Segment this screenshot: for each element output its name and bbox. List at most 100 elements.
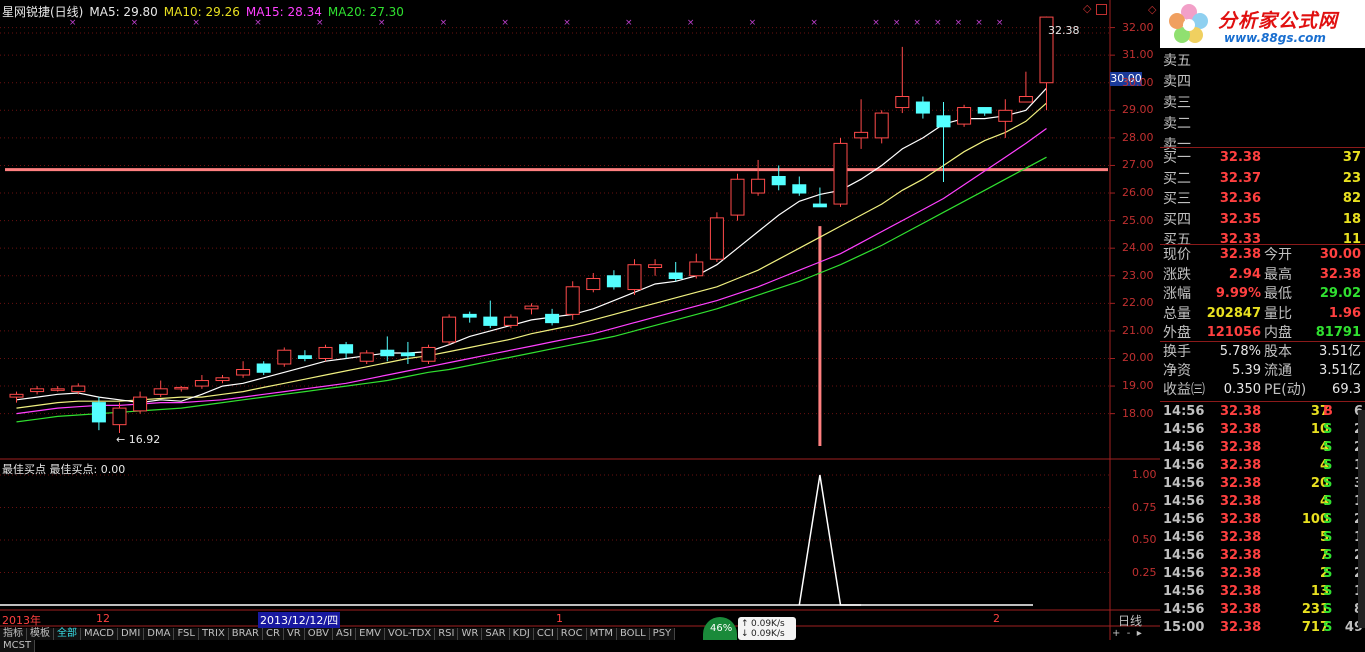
tick-row[interactable]: 14:5632.3820S3 bbox=[1160, 475, 1365, 493]
tick-row[interactable]: 14:5632.384S1 bbox=[1160, 457, 1365, 475]
window-restore-icon[interactable] bbox=[1096, 4, 1107, 15]
zoom-controls[interactable]: + - ▸ bbox=[1112, 628, 1142, 639]
candle[interactable] bbox=[277, 347, 292, 367]
tab-dmi[interactable]: DMI bbox=[117, 628, 145, 640]
buy-level-row[interactable]: 买一 32.38 37 bbox=[1160, 149, 1365, 167]
sell-level-row[interactable]: 卖三 bbox=[1160, 94, 1365, 112]
candle[interactable] bbox=[648, 259, 663, 276]
tab-asi[interactable]: ASI bbox=[333, 628, 357, 640]
tick-row[interactable]: 14:5632.3813S1 bbox=[1160, 583, 1365, 601]
tick-row[interactable]: 14:5632.38100S2 bbox=[1160, 511, 1365, 529]
tab-obv[interactable]: OBV bbox=[304, 628, 333, 640]
sell-level-row[interactable]: 卖五 bbox=[1160, 52, 1365, 70]
tab-emv[interactable]: EMV bbox=[356, 628, 385, 640]
sell-level-row[interactable]: 卖四 bbox=[1160, 73, 1365, 91]
candle[interactable] bbox=[50, 386, 65, 392]
tab-wr[interactable]: WR bbox=[458, 628, 483, 640]
tick-row[interactable]: 14:5632.384S1 bbox=[1160, 493, 1365, 511]
panel-toggle-icon[interactable]: ◇ bbox=[1148, 3, 1156, 16]
tab-macd[interactable]: MACD bbox=[81, 628, 118, 640]
candle[interactable] bbox=[751, 159, 766, 196]
candle[interactable] bbox=[998, 99, 1013, 138]
candle[interactable] bbox=[174, 386, 189, 392]
candle[interactable] bbox=[709, 212, 724, 262]
tab-boll[interactable]: BOLL bbox=[616, 628, 650, 640]
buy-level-row[interactable]: 买二 32.37 23 bbox=[1160, 170, 1365, 188]
tab-kdj[interactable]: KDJ bbox=[509, 628, 534, 640]
candle[interactable] bbox=[421, 344, 436, 364]
candle[interactable] bbox=[339, 341, 354, 359]
candle[interactable] bbox=[854, 99, 869, 149]
candle[interactable] bbox=[483, 300, 498, 329]
candle[interactable] bbox=[359, 350, 374, 364]
candle[interactable] bbox=[915, 96, 930, 119]
candle[interactable] bbox=[318, 344, 333, 362]
tab-mcst[interactable]: MCST bbox=[0, 640, 36, 652]
tab-dma[interactable]: DMA bbox=[144, 628, 175, 640]
tab-指标[interactable]: 指标 bbox=[0, 628, 27, 640]
tick-row[interactable]: 14:5632.382S2 bbox=[1160, 565, 1365, 583]
tab-全部[interactable]: 全部 bbox=[54, 628, 81, 640]
tick-price: 32.38 bbox=[1220, 494, 1262, 509]
candle[interactable] bbox=[689, 253, 704, 279]
candle[interactable] bbox=[194, 375, 209, 389]
candle[interactable] bbox=[112, 402, 127, 433]
candle[interactable] bbox=[606, 270, 621, 290]
candle[interactable] bbox=[977, 107, 992, 116]
tab-mtm[interactable]: MTM bbox=[586, 628, 617, 640]
candle[interactable] bbox=[957, 104, 972, 127]
candle[interactable] bbox=[256, 361, 271, 376]
tick-row[interactable]: 14:5632.3837B6 bbox=[1160, 403, 1365, 421]
tab-vol-tdx[interactable]: VOL-TDX bbox=[384, 628, 436, 640]
candle[interactable] bbox=[9, 391, 24, 403]
buy-level-row[interactable]: 买四 32.35 18 bbox=[1160, 211, 1365, 229]
buy-level-row[interactable]: 买三 32.36 82 bbox=[1160, 190, 1365, 208]
tab-vr[interactable]: VR bbox=[283, 628, 305, 640]
candle[interactable] bbox=[380, 336, 395, 362]
period-label[interactable]: 日线 bbox=[1118, 612, 1142, 629]
candle[interactable] bbox=[236, 361, 251, 378]
candle[interactable] bbox=[30, 386, 45, 395]
candle[interactable] bbox=[895, 46, 910, 114]
tab-sar[interactable]: SAR bbox=[482, 628, 510, 640]
tab-fsl[interactable]: FSL bbox=[174, 628, 199, 640]
tick-row[interactable]: 14:5632.38231S8 bbox=[1160, 601, 1365, 619]
collapse-icon[interactable]: ◇ bbox=[1083, 2, 1091, 15]
candle[interactable] bbox=[565, 281, 580, 320]
candle[interactable] bbox=[462, 311, 477, 323]
tick-row[interactable]: 14:5632.384S2 bbox=[1160, 439, 1365, 457]
tab-roc[interactable]: ROC bbox=[557, 628, 587, 640]
candle[interactable] bbox=[91, 397, 106, 431]
tick-row[interactable]: 15:00 32.38 717 S 49 bbox=[1160, 619, 1365, 637]
tab-cci[interactable]: CCI bbox=[533, 628, 558, 640]
candle[interactable] bbox=[627, 259, 642, 296]
tab-模板[interactable]: 模板 bbox=[27, 628, 54, 640]
candle[interactable] bbox=[524, 303, 539, 315]
candle[interactable] bbox=[1018, 71, 1033, 103]
tab-psy[interactable]: PSY bbox=[649, 628, 676, 640]
tick-row[interactable]: 14:5632.385S1 bbox=[1160, 529, 1365, 547]
tick-row[interactable]: 14:5632.3810S2 bbox=[1160, 421, 1365, 439]
candle[interactable] bbox=[792, 176, 807, 196]
candle[interactable] bbox=[668, 261, 683, 282]
candle[interactable] bbox=[874, 110, 889, 144]
tick-row[interactable]: 14:5632.387S2 bbox=[1160, 547, 1365, 565]
candle[interactable] bbox=[153, 380, 168, 398]
tick-scrollbar[interactable] bbox=[1358, 410, 1365, 628]
candle[interactable] bbox=[442, 314, 457, 345]
candle[interactable] bbox=[297, 350, 312, 362]
candle[interactable] bbox=[812, 187, 827, 208]
candle[interactable] bbox=[833, 137, 848, 207]
candle[interactable] bbox=[545, 308, 560, 326]
candle[interactable] bbox=[215, 375, 230, 384]
tab-rsi[interactable]: RSI bbox=[435, 628, 459, 640]
chart-canvas[interactable]: × × × × × × × × × × × × × × × × × × × × bbox=[0, 0, 1160, 640]
candle[interactable] bbox=[730, 173, 745, 221]
tab-cr[interactable]: CR bbox=[263, 628, 284, 640]
sell-level-row[interactable]: 卖二 bbox=[1160, 115, 1365, 133]
candle[interactable] bbox=[133, 391, 148, 414]
candle[interactable] bbox=[400, 341, 415, 364]
candle[interactable] bbox=[71, 383, 86, 395]
tab-trix[interactable]: TRIX bbox=[198, 628, 229, 640]
tab-brar[interactable]: BRAR bbox=[228, 628, 263, 640]
